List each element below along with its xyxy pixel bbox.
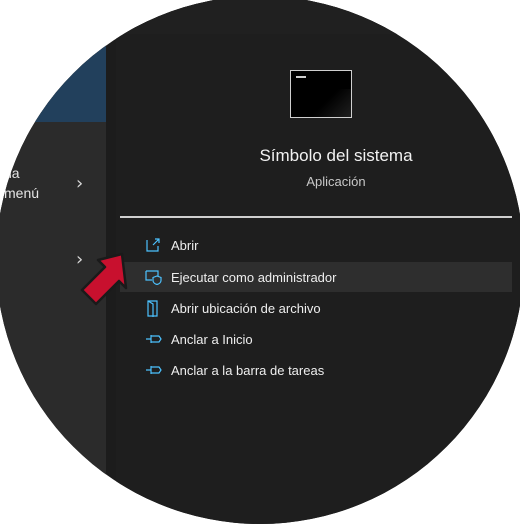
app-title: Símbolo del sistema	[259, 146, 413, 165]
menu-item-run-as-admin[interactable]: Ejecutar como administrador	[120, 262, 512, 292]
menu-item-pin-to-start[interactable]: Anclar a Inicio	[120, 324, 512, 354]
pin-icon	[144, 330, 162, 348]
panel-top-band	[116, 0, 520, 34]
menu-item-label: Anclar a Inicio	[171, 331, 253, 347]
open-icon	[144, 236, 162, 254]
menu-item-pin-to-taskbar[interactable]: Anclar a la barra de tareas	[120, 355, 512, 385]
pointer-arrow-icon	[80, 252, 128, 306]
menu-item-label: Anclar a la barra de tareas	[171, 362, 325, 378]
start-menu-item-line1: na	[4, 165, 20, 181]
shield-admin-icon	[144, 268, 162, 286]
command-prompt-icon	[290, 70, 352, 118]
menu-item-label: Ejecutar como administrador	[171, 269, 337, 285]
app-type: Aplicación	[306, 174, 366, 189]
selected-area	[0, 36, 106, 122]
chevron-right-icon[interactable]: ›	[76, 173, 83, 194]
menu-item-label: Abrir	[171, 237, 199, 253]
divider	[120, 216, 512, 218]
menu-item-open-file-location[interactable]: Abrir ubicación de archivo	[120, 293, 512, 323]
file-location-icon	[144, 299, 162, 317]
menu-item-open[interactable]: Abrir	[120, 230, 512, 260]
start-menu-item-line2: menú	[4, 185, 40, 201]
pin-icon	[144, 361, 162, 379]
menu-item-label: Abrir ubicación de archivo	[171, 300, 321, 316]
